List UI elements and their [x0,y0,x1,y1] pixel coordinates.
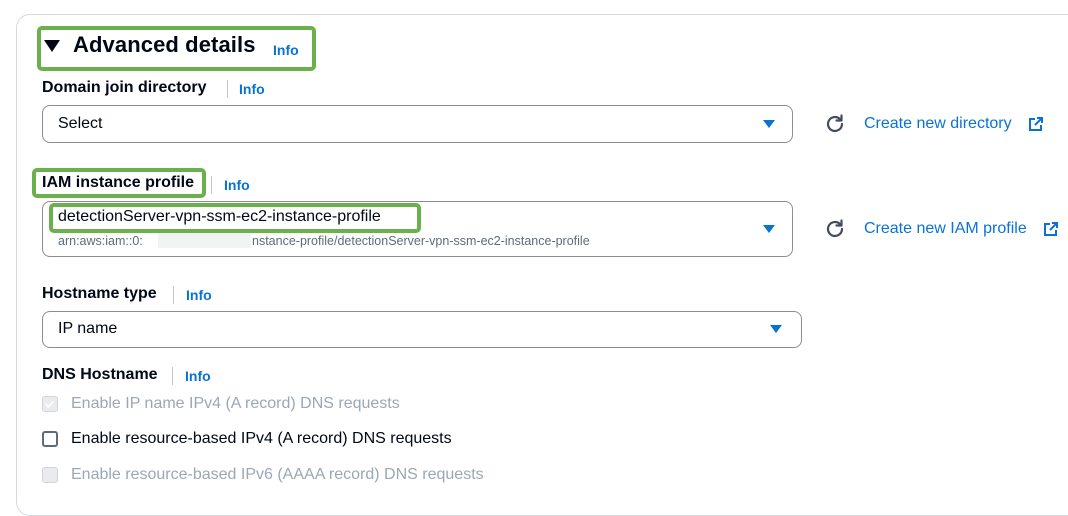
dropdown-caret-icon [770,325,782,333]
checkbox-resource-ipv4-label[interactable]: Enable resource-based IPv4 (A record) DN… [71,430,452,448]
checkbox-ip-name-ipv4[interactable] [42,396,58,412]
iam-profile-value: detectionServer-vpn-ssm-ec2-instance-pro… [58,208,381,225]
create-iam-profile-link[interactable]: Create new IAM profile [864,220,1027,238]
domain-join-label: Domain join directory [42,79,207,96]
domain-join-select[interactable]: Select [42,105,793,143]
hostname-type-info-link[interactable]: Info [186,287,212,303]
refresh-icon[interactable] [824,113,846,135]
checkbox-resource-ipv4[interactable] [42,431,58,447]
external-link-icon[interactable] [1028,116,1044,132]
iam-profile-label: IAM instance profile [42,174,195,191]
checkbox-resource-ipv6-label: Enable resource-based IPv6 (AAAA record)… [71,466,484,483]
section-title[interactable]: Advanced details [73,32,256,58]
dns-hostname-info-link[interactable]: Info [185,368,211,384]
checkbox-ip-name-ipv4-label: Enable IP name IPv4 (A record) DNS reque… [71,395,400,412]
label-divider [172,367,173,385]
external-link-icon[interactable] [1043,221,1059,237]
iam-profile-info-link[interactable]: Info [224,177,250,193]
dns-hostname-label: DNS Hostname [42,366,158,383]
checkmark-icon [45,400,55,408]
domain-join-info-link[interactable]: Info [239,81,265,97]
iam-arn-suffix: nstance-profile/detectionServer-vpn-ssm-… [252,234,590,248]
checkbox-resource-ipv6[interactable] [42,467,58,483]
refresh-icon[interactable] [824,218,846,240]
hostname-type-select[interactable]: IP name [42,311,802,348]
domain-join-value: Select [58,115,103,132]
dropdown-caret-icon [763,225,775,233]
dropdown-caret-icon [763,120,775,128]
iam-arn-prefix: arn:aws:iam::0: [58,234,143,248]
label-divider [173,286,174,304]
header-info-link[interactable]: Info [273,42,299,58]
redacted-account-id [158,233,251,248]
label-divider [227,80,228,98]
create-directory-link[interactable]: Create new directory [864,115,1012,133]
hostname-type-label: Hostname type [42,285,157,302]
label-divider [211,176,212,194]
hostname-type-value: IP name [58,320,118,337]
caret-down-icon[interactable] [44,40,60,52]
